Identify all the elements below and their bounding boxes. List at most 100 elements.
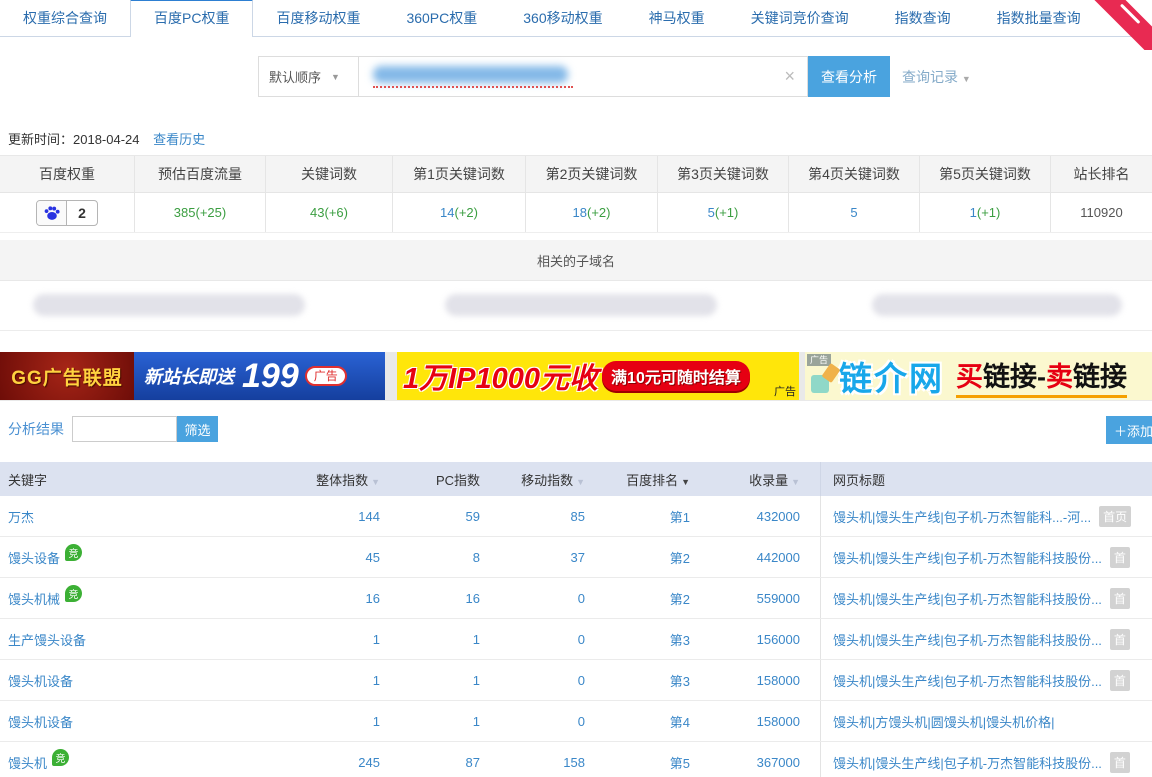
filter-button[interactable]: 筛选 xyxy=(177,416,218,442)
keyword-link[interactable]: 馒头机 xyxy=(8,753,47,772)
header-pc-index: PC指数 xyxy=(380,470,480,489)
mobile-index-value[interactable]: 0 xyxy=(480,632,585,647)
pc-index-value[interactable]: 16 xyxy=(380,591,480,606)
clear-input-icon[interactable]: × xyxy=(784,66,795,87)
baidu-weight-badge[interactable]: 2 xyxy=(36,200,98,226)
subdomain-link-blurred[interactable] xyxy=(872,294,1122,316)
baidu-weight-value: 2 xyxy=(67,201,97,225)
header-overall-index[interactable]: 整体指数▼ xyxy=(300,470,380,489)
stat-page5-count[interactable]: 1(+1) xyxy=(920,193,1051,232)
overall-index-value[interactable]: 1 xyxy=(300,673,380,688)
view-analysis-button[interactable]: 查看分析 xyxy=(808,56,890,97)
stat-page4-count[interactable]: 5 xyxy=(789,193,920,232)
weight-stats-table: 百度权重 预估百度流量 关键词数 第1页关键词数 第2页关键词数 第3页关键词数… xyxy=(0,155,1152,233)
overall-index-value[interactable]: 245 xyxy=(300,755,380,770)
page-title-link[interactable]: 馒头机|馒头生产线|包子机-万杰智能科技股份... xyxy=(833,630,1102,649)
tab-index-batch-query[interactable]: 指数批量查询 xyxy=(974,0,1104,36)
tab-shenma-weight[interactable]: 神马权重 xyxy=(626,0,728,36)
page: 权重综合查询 百度PC权重 百度移动权重 360PC权重 360移动权重 神马权… xyxy=(0,0,1152,777)
stats-header-page2: 第2页关键词数 xyxy=(526,156,658,192)
corner-ribbon[interactable] xyxy=(1094,0,1152,50)
stats-header-page1: 第1页关键词数 xyxy=(393,156,526,192)
tab-360-pc-weight[interactable]: 360PC权重 xyxy=(383,0,500,36)
table-row: 万杰 144 59 85 第1 432000 馒头机|馒头生产线|包子机-万杰智… xyxy=(0,496,1152,537)
pc-index-value[interactable]: 1 xyxy=(380,714,480,729)
filter-keyword-input[interactable] xyxy=(72,416,177,442)
baidu-rank-value[interactable]: 第2 xyxy=(585,548,690,567)
ad-strip: GG广告联盟 新站长即送 199 广告 1万IP1000元收 满10元可随时结算… xyxy=(0,352,1152,401)
tab-keyword-bid-query[interactable]: 关键词竞价查询 xyxy=(728,0,872,36)
subdomain-link-blurred[interactable] xyxy=(445,294,717,316)
tab-weight-combined[interactable]: 权重综合查询 xyxy=(0,0,130,36)
page-title-link[interactable]: 馒头机|馒头生产线|包子机-万杰智能科技股份... xyxy=(833,589,1102,608)
overall-index-value[interactable]: 16 xyxy=(300,591,380,606)
overall-index-value[interactable]: 144 xyxy=(300,509,380,524)
tab-360-mobile-weight[interactable]: 360移动权重 xyxy=(500,0,625,36)
baidu-paw-icon xyxy=(37,201,67,225)
subdomain-link-blurred[interactable] xyxy=(33,294,305,316)
page-title-link[interactable]: 馒头机|馒头生产线|包子机-万杰智能科技股份... xyxy=(833,548,1102,567)
sort-order-select[interactable]: 默认顺序 ▼ xyxy=(258,56,358,97)
chevron-down-icon: ▼ xyxy=(962,74,971,84)
collect-count-value[interactable]: 559000 xyxy=(690,591,800,606)
ad-banner-link-market[interactable]: 广告 链介网 买链接-卖链接 xyxy=(805,352,1152,400)
page-title-link[interactable]: 馒头机|馒头生产线|包子机-万杰智能科...-河... xyxy=(833,507,1091,526)
stat-page2-count[interactable]: 18(+2) xyxy=(526,193,658,232)
ad2-ad-tag: 广告 xyxy=(774,383,796,399)
mobile-index-value[interactable]: 158 xyxy=(480,755,585,770)
overall-index-value[interactable]: 1 xyxy=(300,632,380,647)
subdomain-section: 相关的子域名 xyxy=(0,240,1152,331)
keyword-link[interactable]: 生产馒头设备 xyxy=(8,630,86,649)
baidu-rank-value[interactable]: 第1 xyxy=(585,507,690,526)
collect-count-value[interactable]: 158000 xyxy=(690,673,800,688)
stat-page1-count[interactable]: 14(+2) xyxy=(393,193,526,232)
overall-index-value[interactable]: 45 xyxy=(300,550,380,565)
collect-count-value[interactable]: 442000 xyxy=(690,550,800,565)
tab-index-query[interactable]: 指数查询 xyxy=(872,0,974,36)
page-title-link[interactable]: 馒头机|馒头生产线|包子机-万杰智能科技股份... xyxy=(833,753,1102,772)
baidu-rank-value[interactable]: 第3 xyxy=(585,630,690,649)
page-title-link[interactable]: 馒头机|馒头生产线|包子机-万杰智能科技股份... xyxy=(833,671,1102,690)
header-collect-count[interactable]: 收录量▼ xyxy=(690,470,800,489)
collect-count-value[interactable]: 367000 xyxy=(690,755,800,770)
sort-arrow-icon: ▼ xyxy=(371,477,380,487)
keyword-link[interactable]: 馒头机设备 xyxy=(8,671,73,690)
keyword-link[interactable]: 馒头设备 xyxy=(8,548,60,567)
keyword-link[interactable]: 馒头机设备 xyxy=(8,712,73,731)
pc-index-value[interactable]: 1 xyxy=(380,632,480,647)
ad-banner-gg-alliance[interactable]: GG广告联盟 新站长即送 199 广告 xyxy=(0,352,385,400)
overall-index-value[interactable]: 1 xyxy=(300,714,380,729)
baidu-rank-value[interactable]: 第3 xyxy=(585,671,690,690)
keyword-link[interactable]: 万杰 xyxy=(8,507,34,526)
add-keyword-button[interactable]: ＋添加关键词 xyxy=(1106,416,1152,444)
mobile-index-value[interactable]: 85 xyxy=(480,509,585,524)
header-mobile-index[interactable]: 移动指数▼ xyxy=(480,470,585,489)
sort-arrow-icon: ▼ xyxy=(791,477,800,487)
query-records-dropdown[interactable]: 查询记录 ▼ xyxy=(902,67,971,87)
mobile-index-value[interactable]: 0 xyxy=(480,673,585,688)
tab-baidu-pc-weight[interactable]: 百度PC权重 xyxy=(130,0,253,37)
baidu-rank-value[interactable]: 第5 xyxy=(585,753,690,772)
stat-page3-count[interactable]: 5(+1) xyxy=(658,193,789,232)
tab-baidu-mobile-weight[interactable]: 百度移动权重 xyxy=(253,0,383,36)
ad3-slogan: 买链接-卖链接 xyxy=(956,355,1127,398)
page-title-link[interactable]: 馒头机|方馒头机|圆馒头机|馒头机价格| xyxy=(833,712,1055,731)
stats-header-webmaster-rank: 站长排名 xyxy=(1051,156,1152,192)
collect-count-value[interactable]: 158000 xyxy=(690,714,800,729)
mobile-index-value[interactable]: 0 xyxy=(480,591,585,606)
domain-search-input[interactable]: × xyxy=(358,56,808,97)
mobile-index-value[interactable]: 37 xyxy=(480,550,585,565)
pc-index-value[interactable]: 1 xyxy=(380,673,480,688)
collect-count-value[interactable]: 156000 xyxy=(690,632,800,647)
pc-index-value[interactable]: 8 xyxy=(380,550,480,565)
mobile-index-value[interactable]: 0 xyxy=(480,714,585,729)
pc-index-value[interactable]: 59 xyxy=(380,509,480,524)
ad-banner-ip-payout[interactable]: 1万IP1000元收 满10元可随时结算 广告 xyxy=(397,352,799,400)
keyword-link[interactable]: 馒头机械 xyxy=(8,589,60,608)
pc-index-value[interactable]: 87 xyxy=(380,755,480,770)
baidu-rank-value[interactable]: 第4 xyxy=(585,712,690,731)
baidu-rank-value[interactable]: 第2 xyxy=(585,589,690,608)
collect-count-value[interactable]: 432000 xyxy=(690,509,800,524)
header-baidu-rank[interactable]: 百度排名▼ xyxy=(585,470,690,489)
view-history-link[interactable]: 查看历史 xyxy=(153,132,205,147)
